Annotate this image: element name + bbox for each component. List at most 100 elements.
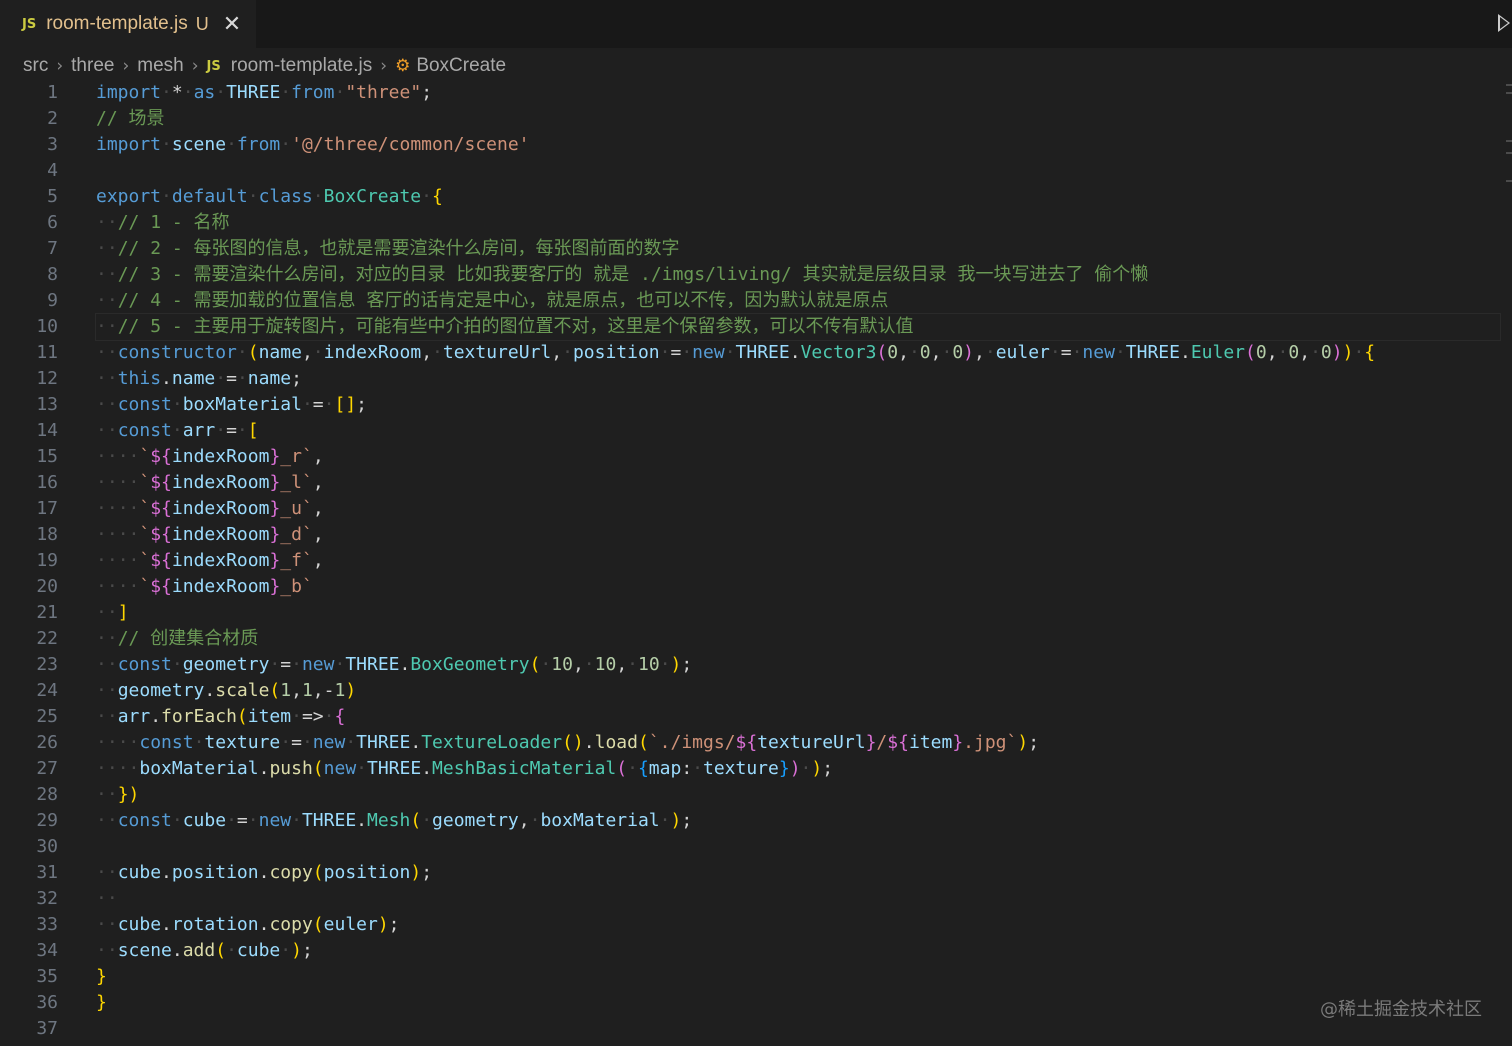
line-number: 24 (36, 680, 58, 701)
breadcrumb-item-file[interactable]: room-template.js (231, 55, 373, 77)
code-text[interactable]: ····`${indexRoom}_b` (96, 574, 313, 600)
code-text[interactable]: ··}) (96, 782, 139, 808)
code-line[interactable]: 22 ··// 创建集合材质 (0, 626, 1500, 652)
code-line[interactable]: 17 ····`${indexRoom}_u`, (0, 496, 1500, 522)
code-line[interactable]: 23 ··const·geometry·=·new·THREE.BoxGeomet… (0, 652, 1500, 678)
code-text[interactable]: import·*·as·THREE·from·"three"; (96, 80, 432, 106)
code-text[interactable]: ····`${indexRoom}_r`, (96, 444, 324, 470)
code-line[interactable]: 34 ··scene.add(·cube·); (0, 938, 1500, 964)
line-number: 10 (36, 316, 58, 337)
line-number: 19 (36, 550, 58, 571)
code-text[interactable]: export·default·class·BoxCreate·{ (96, 184, 443, 210)
line-number: 26 (36, 732, 58, 753)
breadcrumb-item-mesh[interactable]: mesh (137, 55, 183, 77)
code-line[interactable]: 19 ····`${indexRoom}_f`, (0, 548, 1500, 574)
breadcrumb-item-symbol[interactable]: BoxCreate (416, 55, 506, 77)
line-number: 18 (36, 524, 58, 545)
code-text[interactable]: ··// 2 - 每张图的信息，也就是需要渲染什么房间，每张图前面的数字 (96, 236, 680, 262)
line-number: 25 (36, 706, 58, 727)
run-icon[interactable] (1498, 14, 1510, 32)
overview-ruler[interactable] (1504, 80, 1512, 190)
code-text[interactable]: ··cube.position.copy(position); (96, 860, 432, 886)
code-line[interactable]: 6 ··// 1 - 名称 (0, 210, 1500, 236)
code-line[interactable]: 33 ··cube.rotation.copy(euler); (0, 912, 1500, 938)
code-line[interactable]: 25 ··arr.forEach(item·=>·{ (0, 704, 1500, 730)
line-number: 9 (47, 290, 58, 311)
code-line[interactable]: 30 (0, 834, 1500, 860)
code-text[interactable]: ··] (96, 600, 129, 626)
code-text[interactable]: ··// 4 - 需要加载的位置信息 客厅的话肯定是中心，就是原点，也可以不传，… (96, 288, 888, 314)
code-text[interactable]: ··scene.add(·cube·); (96, 938, 313, 964)
code-text[interactable]: } (96, 990, 107, 1016)
code-editor[interactable]: 1 import·*·as·THREE·from·"three"; 2 // 场景 3 i… (0, 80, 1512, 1046)
line-number: 17 (36, 498, 58, 519)
code-line[interactable]: 20 ····`${indexRoom}_b` (0, 574, 1500, 600)
code-text[interactable]: ··const·geometry·=·new·THREE.BoxGeometry… (96, 652, 692, 678)
code-line[interactable]: 31 ··cube.position.copy(position); (0, 860, 1500, 886)
code-text[interactable]: import·scene·from·'@/three/common/scene' (96, 132, 530, 158)
code-text[interactable]: ····const·texture·=·new·THREE.TextureLoa… (96, 730, 1039, 756)
line-number: 14 (36, 420, 58, 441)
code-line[interactable]: 29 ··const·cube·=·new·THREE.Mesh(·geometr… (0, 808, 1500, 834)
code-line[interactable]: 9 ··// 4 - 需要加载的位置信息 客厅的话肯定是中心，就是原点，也可以不传… (0, 288, 1500, 314)
code-line[interactable]: 18 ····`${indexRoom}_d`, (0, 522, 1500, 548)
breadcrumb-item-three[interactable]: three (71, 55, 114, 77)
tab-room-template[interactable]: JS room-template.js U ✕ (0, 0, 256, 48)
code-text[interactable]: ····boxMaterial.push(new·THREE.MeshBasic… (96, 756, 833, 782)
code-line[interactable]: 11 ··constructor·(name,·indexRoom,·textur… (0, 340, 1500, 366)
code-text[interactable]: ··const·arr·=·[ (96, 418, 259, 444)
code-line[interactable]: 27 ····boxMaterial.push(new·THREE.MeshBas… (0, 756, 1500, 782)
code-line[interactable]: 14 ··const·arr·=·[ (0, 418, 1500, 444)
code-line[interactable]: 13 ··const·boxMaterial·=·[]; (0, 392, 1500, 418)
line-number: 12 (36, 368, 58, 389)
code-text[interactable]: // 场景 (96, 106, 165, 132)
code-line[interactable]: 5 export·default·class·BoxCreate·{ (0, 184, 1500, 210)
code-line[interactable]: 4 (0, 158, 1500, 184)
code-line[interactable]: 35} (0, 964, 1500, 990)
code-line[interactable]: 12 ··this.name·=·name; (0, 366, 1500, 392)
code-text[interactable]: } (96, 964, 107, 990)
code-line[interactable]: 32 ·· (0, 886, 1500, 912)
class-symbol-icon: ⚙ (395, 56, 411, 76)
code-text[interactable]: ··geometry.scale(1,1,-1) (96, 678, 356, 704)
code-line[interactable]: 24 ··geometry.scale(1,1,-1) (0, 678, 1500, 704)
code-line[interactable]: 26 ····const·texture·=·new·THREE.TextureL… (0, 730, 1500, 756)
code-text[interactable]: ··// 创建集合材质 (96, 626, 258, 652)
code-text[interactable]: ····`${indexRoom}_u`, (96, 496, 324, 522)
code-text[interactable]: ··// 1 - 名称 (96, 210, 230, 236)
code-text[interactable]: ··// 3 - 需要渲染什么房间，对应的目录 比如我要客厅的 就是 ./img… (96, 262, 1148, 288)
code-text[interactable]: ··const·cube·=·new·THREE.Mesh(·geometry,… (96, 808, 692, 834)
breadcrumb-item-src[interactable]: src (23, 55, 48, 77)
code-line[interactable]: 28 ··}) (0, 782, 1500, 808)
code-line[interactable]: 1 import·*·as·THREE·from·"three"; (0, 80, 1500, 106)
code-line[interactable]: 15 ····`${indexRoom}_r`, (0, 444, 1500, 470)
code-line[interactable]: 2 // 场景 (0, 106, 1500, 132)
tab-title[interactable]: room-template.js (46, 13, 188, 35)
code-text[interactable]: ··this.name·=·name; (96, 366, 302, 392)
code-text[interactable]: ····`${indexRoom}_f`, (96, 548, 324, 574)
line-number: 29 (36, 810, 58, 831)
code-line[interactable]: 21 ··] (0, 600, 1500, 626)
code-line[interactable]: 16 ····`${indexRoom}_l`, (0, 470, 1500, 496)
code-line[interactable]: 3 import·scene·from·'@/three/common/scene… (0, 132, 1500, 158)
code-line[interactable]: 36} (0, 990, 1500, 1016)
code-text[interactable]: ··constructor·(name,·indexRoom,·textureU… (96, 340, 1375, 366)
code-text[interactable]: ····`${indexRoom}_l`, (96, 470, 324, 496)
breadcrumb: src › three › mesh › JS room-template.js… (23, 52, 506, 80)
js-file-icon: JS (22, 16, 37, 32)
code-text[interactable]: ··// 5 - 主要用于旋转图片，可能有些中介拍的图位置不对，这里是个保留参数… (96, 314, 914, 340)
chevron-right-icon: › (122, 56, 130, 76)
line-number: 11 (36, 342, 58, 363)
line-number: 30 (36, 836, 58, 857)
code-text[interactable]: ··cube.rotation.copy(euler); (96, 912, 400, 938)
code-line[interactable]: 37 (0, 1016, 1500, 1042)
code-text[interactable]: ··arr.forEach(item·=>·{ (96, 704, 345, 730)
code-line[interactable]: 8 ··// 3 - 需要渲染什么房间，对应的目录 比如我要客厅的 就是 ./im… (0, 262, 1500, 288)
chevron-right-icon: › (380, 56, 388, 76)
close-icon[interactable]: ✕ (223, 13, 241, 35)
code-line[interactable]: 7 ··// 2 - 每张图的信息，也就是需要渲染什么房间，每张图前面的数字 (0, 236, 1500, 262)
code-line[interactable]: 10 ··// 5 - 主要用于旋转图片，可能有些中介拍的图位置不对，这里是个保留… (36, 313, 1501, 341)
code-text[interactable]: ··const·boxMaterial·=·[]; (96, 392, 367, 418)
code-text[interactable]: ·· (96, 886, 118, 912)
code-text[interactable]: ····`${indexRoom}_d`, (96, 522, 324, 548)
